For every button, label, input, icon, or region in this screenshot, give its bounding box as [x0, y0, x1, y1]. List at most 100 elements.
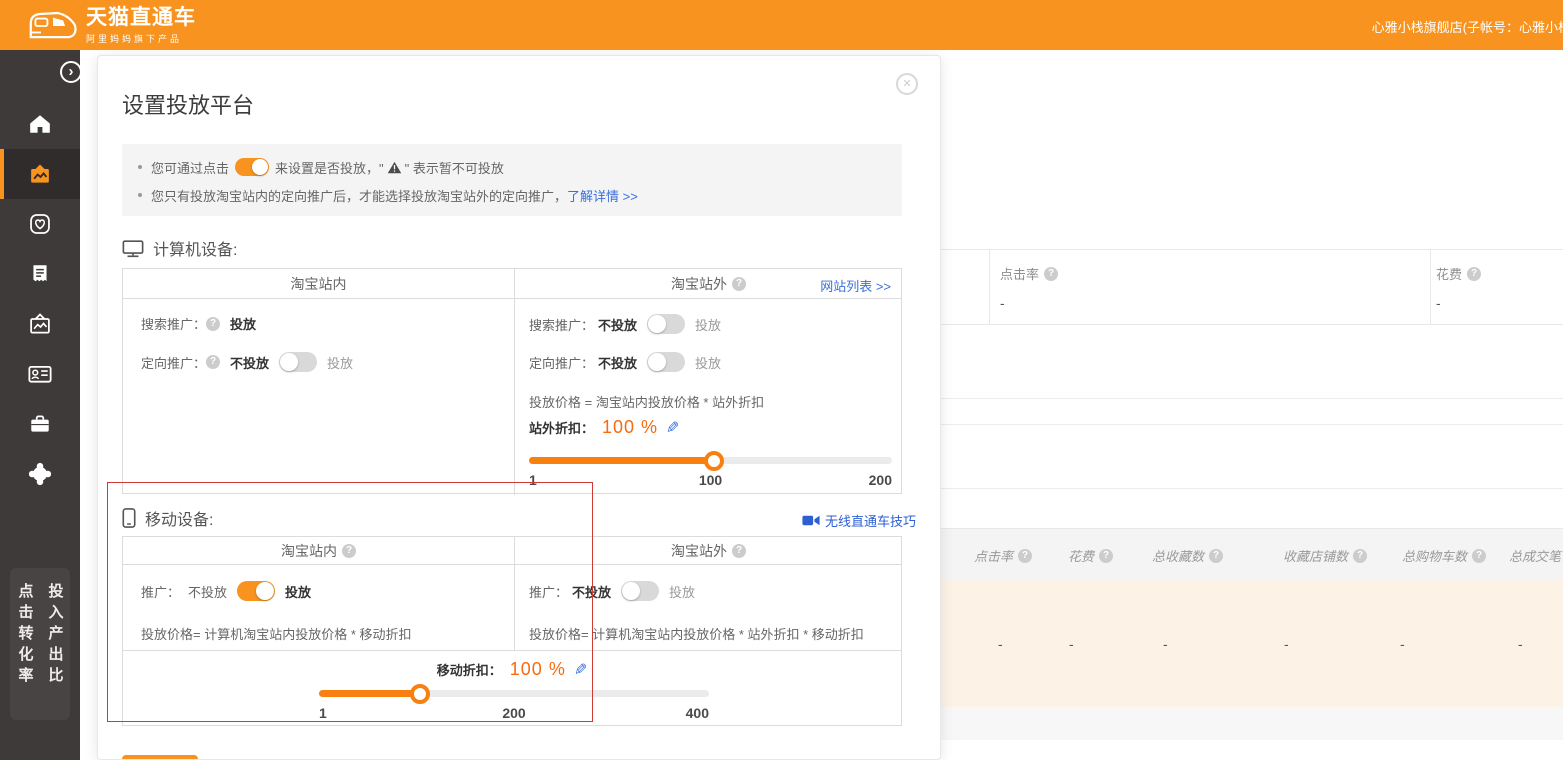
sidebar-item-tools[interactable]	[0, 399, 80, 449]
help-icon[interactable]: ?	[1018, 549, 1032, 563]
sidebar-item-home[interactable]	[0, 99, 80, 149]
cell-value: -	[1518, 636, 1523, 652]
outside-search-toggle[interactable]	[647, 314, 685, 334]
expand-sidebar-button[interactable]: ›	[60, 61, 82, 83]
cell-value: -	[1069, 636, 1074, 652]
sidebar-item-reports[interactable]	[0, 249, 80, 299]
divider	[941, 398, 1563, 399]
mobile-platform-table: 淘宝站内? 淘宝站外? 推广： 不投放 投放 投放价格= 计算机淘宝站内投放价格…	[122, 536, 902, 726]
help-icon[interactable]: ?	[1353, 549, 1367, 563]
inside-search-row: 搜索推广： ? 投放	[141, 314, 256, 333]
stat-value: -	[1436, 295, 1481, 311]
state-text: 投放	[230, 314, 256, 333]
outside-search-row: 搜索推广： 不投放 投放	[529, 314, 721, 334]
sidebar-item-favorites[interactable]	[0, 199, 80, 249]
bullet-icon	[138, 193, 142, 197]
help-icon[interactable]: ?	[732, 277, 746, 291]
gallery-icon	[27, 311, 53, 337]
row-label: 定向推广：	[529, 353, 594, 372]
alt-state-text: 投放	[285, 582, 311, 601]
help-icon[interactable]: ?	[1472, 549, 1486, 563]
slider-fill	[319, 690, 420, 697]
divider	[1430, 250, 1431, 324]
floating-metrics-widget[interactable]: 点击转化率 投入产出比	[10, 568, 70, 720]
learn-more-link[interactable]: 了解详情 >>	[567, 186, 638, 205]
help-icon[interactable]: ?	[206, 355, 220, 369]
help-icon[interactable]: ?	[206, 317, 220, 331]
report-table-header: 点击率? 花费? 总收藏数? 收藏店铺数? 总购物车数? 总成交笔	[941, 528, 1563, 580]
metric-roi-label[interactable]: 投入产出比	[45, 583, 66, 720]
scale-mid: 100	[699, 472, 722, 488]
badge-icon	[28, 462, 52, 486]
help-icon[interactable]: ?	[1044, 267, 1058, 281]
help-icon[interactable]: ?	[342, 544, 356, 558]
help-icon[interactable]: ?	[1467, 267, 1481, 281]
close-icon[interactable]: ✕	[896, 73, 918, 95]
divider	[941, 424, 1563, 425]
sidebar-item-gallery[interactable]	[0, 299, 80, 349]
column-label: 点击率	[974, 546, 1013, 565]
row-label: 搜索推广：	[141, 314, 206, 333]
metric-clickrate-label[interactable]: 点击转化率	[15, 583, 36, 720]
alt-state-text: 投放	[327, 353, 353, 372]
mobile-outside-toggle[interactable]	[621, 581, 659, 601]
mobile-outside-row: 推广： 不投放 投放	[529, 581, 695, 601]
account-name: 心雅小栈旗舰店(子帐号：心雅小栈	[1372, 17, 1563, 36]
state-text: 不投放	[188, 582, 227, 601]
scale-min: 1	[319, 705, 327, 721]
monitor-icon	[122, 239, 144, 258]
slider-handle[interactable]	[410, 684, 430, 704]
help-icon[interactable]: ?	[1209, 549, 1223, 563]
sidebar-item-campaign[interactable]	[0, 149, 80, 199]
divider	[941, 488, 1563, 489]
bullet-icon	[138, 165, 142, 169]
phone-icon	[122, 508, 136, 528]
train-icon	[28, 8, 78, 44]
app-screen: 点击率? - 花费? - 点击率? 花费? 总收藏数? 收藏店铺数? 总购物车数…	[0, 0, 1563, 760]
mobile-outside-formula: 投放价格= 计算机淘宝站内投放价格 * 站外折扣 * 移动折扣	[529, 624, 864, 643]
logo-title: 天猫直通车	[86, 6, 196, 30]
column-label: 总购物车数	[1402, 546, 1467, 565]
report-table-footer	[941, 707, 1563, 740]
help-icon[interactable]: ?	[732, 544, 746, 558]
mobile-discount: 移动折扣： 100 % ✎	[123, 659, 901, 680]
tip-text: " 表示暂不可投放	[405, 158, 504, 177]
outside-target-toggle[interactable]	[647, 352, 685, 372]
state-text: 不投放	[230, 353, 269, 372]
scale-max: 400	[686, 705, 709, 721]
row-label: 推广：	[141, 582, 180, 601]
divider	[123, 650, 901, 651]
sidebar-item-service[interactable]	[0, 449, 80, 499]
help-icon[interactable]: ?	[1099, 549, 1113, 563]
outside-discount: 站外折扣： 100 % ✎	[529, 417, 679, 438]
column-label: 收藏店铺数	[1283, 546, 1348, 565]
alt-state-text: 投放	[669, 582, 695, 601]
slider-scale: 1 100 200	[529, 472, 892, 490]
row-label: 定向推广：	[141, 353, 206, 372]
confirm-button[interactable]	[122, 755, 198, 760]
outside-discount-slider[interactable]	[529, 457, 892, 464]
sidebar: ›	[0, 50, 80, 760]
mobile-inside-toggle[interactable]	[237, 581, 275, 601]
edit-pencil-icon[interactable]: ✎	[666, 418, 679, 438]
tip-text: 您只有投放淘宝站内的定向推广后，才能选择投放淘宝站外的定向推广，	[151, 186, 567, 205]
inside-target-toggle[interactable]	[279, 352, 317, 372]
stat-label: 点击率	[1000, 264, 1039, 283]
cell-value: -	[1400, 636, 1405, 652]
sidebar-item-account[interactable]	[0, 349, 80, 399]
site-list-link[interactable]: 网站列表 >>	[820, 276, 891, 295]
mobile-discount-slider[interactable]	[319, 690, 709, 697]
section-title: 计算机设备:	[153, 236, 237, 260]
edit-pencil-icon[interactable]: ✎	[574, 660, 587, 680]
set-platform-dialog: ✕ 设置投放平台 您可通过点击 来设置是否投放，" " 表示暂不可投放 您只有投…	[97, 55, 941, 760]
report-table-row: - - - - - -	[941, 580, 1563, 707]
scale-max: 200	[869, 472, 892, 488]
stat-value: -	[1000, 295, 1058, 311]
divider	[989, 250, 990, 324]
column-label: 总成交笔	[1509, 546, 1561, 565]
tip-text: 您可通过点击	[151, 158, 229, 177]
tip-line-2: 您只有投放淘宝站内的定向推广后，才能选择投放淘宝站外的定向推广， 了解详情 >>	[138, 183, 886, 207]
table-header: 淘宝站内 淘宝站外? 网站列表 >>	[123, 269, 901, 299]
slider-handle[interactable]	[704, 451, 724, 471]
wireless-tips-link[interactable]: 无线直通车技巧	[802, 511, 916, 530]
